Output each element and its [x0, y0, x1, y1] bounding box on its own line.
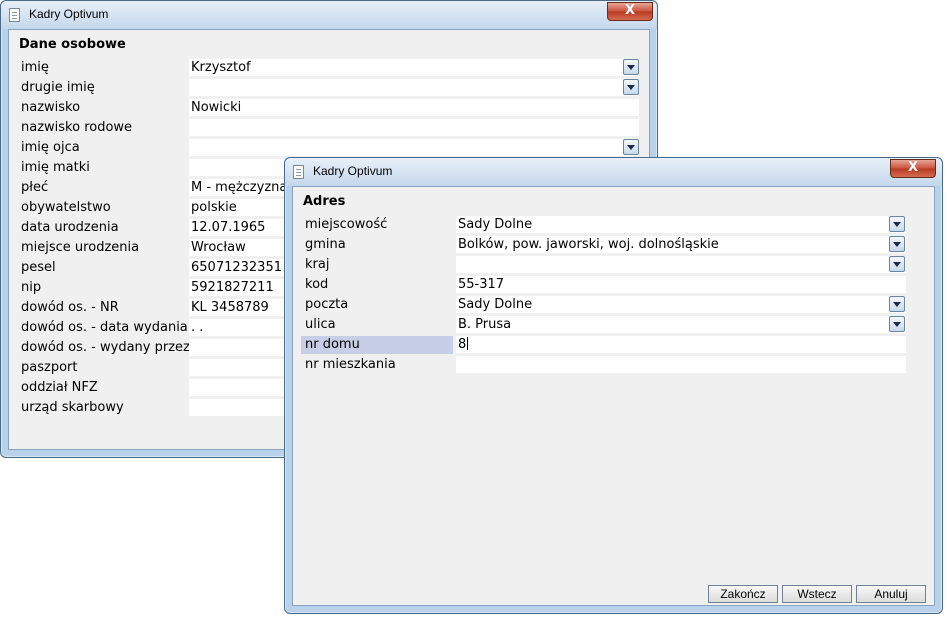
- country-combo[interactable]: [456, 256, 906, 273]
- field-label: ulica: [305, 317, 336, 332]
- locality-combo[interactable]: Sady Dolne: [456, 216, 906, 233]
- field-label: imię matki: [21, 160, 90, 175]
- window-address: Kadry Optivum X Adres miejscowość Sady D…: [284, 157, 943, 614]
- title-bar[interactable]: Kadry Optivum X: [1, 1, 657, 29]
- field-row-commune: gmina Bolków, pow. jaworski, woj. dolnoś…: [301, 236, 921, 254]
- field-row-house-number: nr domu 8: [301, 336, 921, 354]
- document-icon: [9, 8, 20, 22]
- field-row-country: kraj: [301, 256, 921, 274]
- house-number-value: 8: [458, 337, 467, 352]
- field-label: dowód os. - NR: [21, 300, 119, 315]
- field-label: oddział NFZ: [21, 380, 98, 395]
- field-label: urząd skarbowy: [21, 400, 124, 415]
- field-label: miejscowość: [305, 217, 388, 232]
- field-label: poczta: [305, 297, 349, 312]
- field-label: płeć: [21, 180, 49, 195]
- close-button[interactable]: X: [890, 159, 936, 178]
- field-row-surname: nazwisko Nowicki: [17, 99, 641, 117]
- chevron-down-icon[interactable]: [889, 236, 905, 252]
- chevron-down-icon[interactable]: [623, 79, 639, 95]
- window-title: Kadry Optivum: [29, 7, 109, 21]
- field-row-second-name: drugie imię: [17, 79, 641, 97]
- field-label: obywatelstwo: [21, 200, 111, 215]
- field-label: nazwisko rodowe: [21, 120, 133, 135]
- section-title: Dane osobowe: [19, 37, 126, 52]
- field-label: miejsce urodzenia: [21, 240, 140, 255]
- commune-combo[interactable]: Bolków, pow. jaworski, woj. dolnośląskie: [456, 236, 906, 253]
- cancel-button[interactable]: Anuluj: [856, 585, 926, 603]
- postal-code-input[interactable]: 55-317: [456, 276, 906, 293]
- house-number-input[interactable]: 8: [456, 336, 906, 353]
- surname-input[interactable]: Nowicki: [189, 99, 639, 116]
- chevron-down-icon[interactable]: [889, 296, 905, 312]
- apartment-number-input[interactable]: [456, 356, 906, 373]
- field-row-maiden-name: nazwisko rodowe: [17, 119, 641, 137]
- field-label: paszport: [21, 360, 78, 375]
- field-label: nazwisko: [21, 100, 81, 115]
- maiden-name-input[interactable]: [189, 119, 639, 136]
- finish-button[interactable]: Zakończ: [708, 585, 778, 603]
- field-label: imię ojca: [21, 140, 80, 155]
- first-name-combo[interactable]: Krzysztof: [189, 59, 639, 76]
- field-row-postal-code: kod 55-317: [301, 276, 921, 294]
- field-label: data urodzenia: [21, 220, 119, 235]
- field-label: kod: [305, 277, 329, 292]
- second-name-combo[interactable]: [189, 79, 639, 96]
- window-title: Kadry Optivum: [313, 164, 393, 178]
- field-label: nr mieszkania: [305, 357, 396, 372]
- field-row-street: ulica B. Prusa: [301, 316, 921, 334]
- field-row-father-name: imię ojca: [17, 139, 641, 157]
- chevron-down-icon[interactable]: [889, 216, 905, 232]
- post-office-combo[interactable]: Sady Dolne: [456, 296, 906, 313]
- title-bar[interactable]: Kadry Optivum X: [285, 158, 942, 186]
- street-combo[interactable]: B. Prusa: [456, 316, 906, 333]
- address-panel: Adres miejscowość Sady Dolne gmina Bolkó…: [292, 186, 935, 606]
- field-label-focused: nr domu: [301, 336, 453, 354]
- field-label: drugie imię: [21, 80, 95, 95]
- father-name-combo[interactable]: [189, 139, 639, 156]
- back-button[interactable]: Wstecz: [782, 585, 852, 603]
- field-row-post-office: poczta Sady Dolne: [301, 296, 921, 314]
- field-row-locality: miejscowość Sady Dolne: [301, 216, 921, 234]
- field-label: nip: [21, 280, 42, 295]
- text-caret: [467, 337, 469, 350]
- field-label: gmina: [305, 237, 346, 252]
- field-label: dowód os. - wydany przez: [21, 340, 190, 355]
- chevron-down-icon[interactable]: [623, 59, 639, 75]
- chevron-down-icon[interactable]: [889, 316, 905, 332]
- section-title: Adres: [303, 194, 346, 209]
- chevron-down-icon[interactable]: [889, 256, 905, 272]
- field-row-apartment-number: nr mieszkania: [301, 356, 921, 374]
- field-label: imię: [21, 60, 49, 75]
- chevron-down-icon[interactable]: [623, 139, 639, 155]
- field-label: pesel: [21, 260, 56, 275]
- field-label: dowód os. - data wydania: [21, 320, 188, 335]
- field-label: kraj: [305, 257, 330, 272]
- document-icon: [293, 165, 304, 179]
- close-button[interactable]: X: [607, 2, 653, 21]
- field-row-first-name: imię Krzysztof: [17, 59, 641, 77]
